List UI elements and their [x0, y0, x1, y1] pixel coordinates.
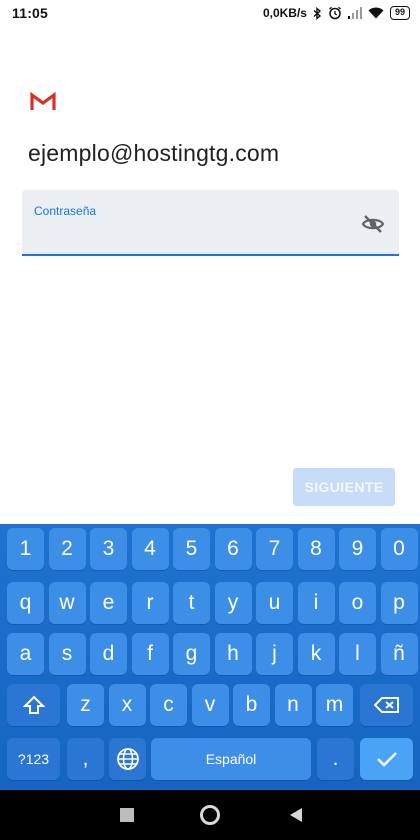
- letter-key-f[interactable]: f: [131, 633, 169, 675]
- letter-key-w[interactable]: w: [48, 582, 86, 624]
- square-icon: [120, 808, 134, 822]
- next-button[interactable]: SIGUIENTE: [293, 468, 395, 506]
- letter-key-g[interactable]: g: [173, 633, 210, 675]
- space-key[interactable]: Español: [151, 738, 311, 780]
- letter-key-x[interactable]: x: [108, 684, 146, 726]
- enter-key[interactable]: [360, 738, 413, 780]
- bluetooth-icon: [313, 6, 322, 20]
- letter-key-d[interactable]: d: [90, 633, 127, 675]
- soft-keyboard: ?123 , Español . 1234567890 qwertyuiop asd…: [0, 524, 420, 790]
- number-key-8[interactable]: 8: [297, 528, 335, 570]
- back-button[interactable]: [285, 804, 307, 826]
- letter-key-n[interactable]: n: [274, 684, 312, 726]
- gmail-logo-icon: [30, 92, 56, 110]
- toggle-visibility-icon[interactable]: [361, 212, 385, 236]
- letter-key-s[interactable]: s: [48, 633, 86, 675]
- letter-key-y[interactable]: y: [214, 582, 252, 624]
- letter-key-a[interactable]: a: [7, 633, 44, 675]
- number-key-0[interactable]: 0: [380, 528, 418, 570]
- symbols-key[interactable]: ?123: [7, 738, 60, 780]
- letter-key-n-tilde[interactable]: ñ: [380, 633, 418, 675]
- letter-key-z[interactable]: z: [67, 684, 104, 726]
- letter-key-m[interactable]: m: [316, 684, 353, 726]
- status-icons: 0,0KB/s 99: [263, 6, 410, 20]
- password-field[interactable]: Contraseña: [22, 190, 399, 256]
- shift-key[interactable]: [7, 684, 60, 726]
- number-key-5[interactable]: 5: [173, 528, 210, 570]
- back-triangle-icon: [290, 808, 302, 822]
- letter-key-b[interactable]: b: [233, 684, 270, 726]
- backspace-key[interactable]: [360, 684, 413, 726]
- status-bar: 11:05 0,0KB/s 99: [0, 0, 420, 26]
- network-speed: 0,0KB/s: [262, 6, 307, 20]
- letter-key-e[interactable]: e: [90, 582, 127, 624]
- navigation-bar: [0, 790, 420, 840]
- password-label: Contraseña: [34, 204, 97, 218]
- letter-key-l[interactable]: l: [339, 633, 376, 675]
- letter-key-j[interactable]: j: [256, 633, 293, 675]
- comma-key[interactable]: ,: [67, 738, 104, 780]
- circle-icon: [200, 805, 220, 825]
- letter-key-i[interactable]: i: [297, 582, 335, 624]
- account-email: ejemplo@hostingtg.com: [28, 140, 280, 166]
- letter-key-v[interactable]: v: [191, 684, 229, 726]
- letter-key-u[interactable]: u: [256, 582, 293, 624]
- language-key[interactable]: [109, 738, 146, 780]
- globe-icon: [116, 748, 139, 770]
- number-key-7[interactable]: 7: [256, 528, 293, 570]
- alarm-icon: [328, 6, 342, 20]
- period-key[interactable]: .: [317, 738, 354, 780]
- shift-icon: [22, 695, 45, 714]
- letter-key-h[interactable]: h: [214, 633, 252, 675]
- number-key-4[interactable]: 4: [131, 528, 169, 570]
- number-key-6[interactable]: 6: [214, 528, 252, 570]
- letter-key-r[interactable]: r: [131, 582, 169, 624]
- recents-button[interactable]: [116, 804, 138, 826]
- letter-key-c[interactable]: c: [150, 684, 187, 726]
- letter-key-o[interactable]: o: [339, 582, 376, 624]
- battery-icon: 99: [389, 6, 410, 20]
- number-key-1[interactable]: 1: [7, 528, 44, 570]
- backspace-icon: [373, 697, 399, 713]
- signal-icon: [347, 7, 362, 19]
- home-button[interactable]: [199, 804, 221, 826]
- letter-key-q[interactable]: q: [7, 582, 44, 624]
- number-key-9[interactable]: 9: [339, 528, 376, 570]
- letter-key-k[interactable]: k: [297, 633, 335, 675]
- wifi-icon: [368, 7, 384, 19]
- number-key-3[interactable]: 3: [90, 528, 127, 570]
- letter-key-t[interactable]: t: [173, 582, 210, 624]
- number-key-2[interactable]: 2: [48, 528, 86, 570]
- checkmark-icon: [376, 752, 397, 767]
- status-time: 11:05: [12, 5, 49, 21]
- letter-key-p[interactable]: p: [380, 582, 418, 624]
